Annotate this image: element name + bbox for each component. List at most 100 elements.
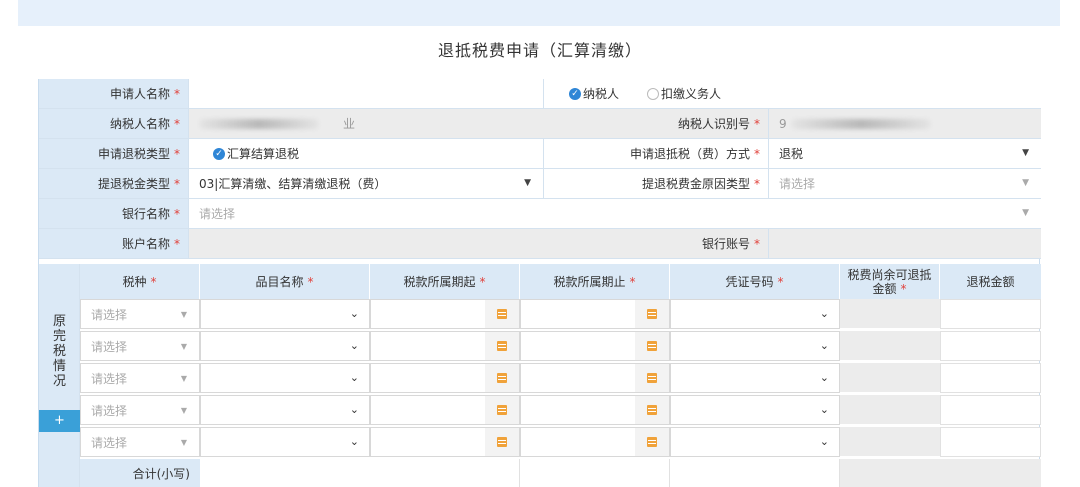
voucher-no-select[interactable]: ⌄: [670, 395, 840, 425]
period-start-date[interactable]: [370, 427, 520, 457]
refund-amount-input[interactable]: [940, 331, 1041, 361]
dropdown-arrow-icon: ▼: [1022, 178, 1029, 188]
chevron-down-icon: ⌄: [819, 339, 829, 352]
voucher-no-select[interactable]: ⌄: [670, 427, 840, 457]
total-remaining-cell: [840, 459, 940, 487]
refund-amount-input[interactable]: [940, 395, 1041, 425]
tax-type-placeholder: 请选择: [91, 307, 128, 322]
period-start-date[interactable]: [370, 363, 520, 393]
item-name-select[interactable]: ⌄: [200, 299, 370, 329]
taxpayer-id-field: 9: [769, 109, 1041, 138]
calendar-button[interactable]: [485, 332, 519, 360]
calendar-button[interactable]: [485, 364, 519, 392]
voucher-no-select[interactable]: ⌄: [670, 331, 840, 361]
period-end-date[interactable]: [520, 427, 670, 457]
total-cell: [200, 459, 520, 487]
chevron-down-icon: ⌄: [819, 371, 829, 384]
radio-empty-icon: [647, 87, 660, 100]
refund-reason-type-label: 提退税费金原因类型 *: [545, 169, 769, 198]
form-row-amount-type: 提退税金类型 * 03|汇算清缴、结算清缴退税（费） ▼ 提退税费金原因类型 * 请…: [39, 169, 1041, 199]
total-refund-cell: [940, 459, 1041, 487]
item-name-select[interactable]: ⌄: [200, 363, 370, 393]
taxpayer-name-field: 业: [189, 109, 544, 138]
calendar-button[interactable]: [635, 396, 669, 424]
refund-type-label: 申请退税类型 *: [39, 139, 189, 168]
calendar-icon: [497, 373, 507, 383]
header-tax-type: 税种 *: [80, 264, 200, 299]
bank-account-label: 银行账号 *: [544, 229, 769, 258]
applicant-name-input[interactable]: [189, 79, 544, 108]
withholding-agent-radio[interactable]: 扣缴义务人: [647, 85, 721, 102]
bank-account-field: [769, 229, 1041, 258]
dropdown-arrow-icon: ▼: [1022, 208, 1029, 218]
check-icon: ✓: [213, 147, 225, 160]
remaining-amount-field: [840, 299, 940, 329]
header-item-name: 品目名称 *: [200, 264, 370, 299]
refund-amount-input[interactable]: [940, 427, 1041, 457]
dropdown-arrow-icon: ▼: [180, 438, 187, 447]
chevron-down-icon: ⌄: [349, 435, 359, 448]
refund-method-label: 申请退抵税（费）方式 *: [545, 139, 769, 168]
period-end-date[interactable]: [520, 331, 670, 361]
bank-name-label: 银行名称 *: [39, 199, 189, 228]
page-title: 退抵税费申请（汇算清缴）: [437, 41, 642, 60]
item-name-select[interactable]: ⌄: [200, 395, 370, 425]
taxpayer-radio[interactable]: ✓ 纳税人: [569, 85, 619, 102]
period-end-date[interactable]: [520, 363, 670, 393]
tax-type-select[interactable]: 请选择 ▼: [80, 363, 200, 393]
top-banner: [18, 0, 1060, 26]
dropdown-arrow-icon: ▼: [180, 310, 187, 319]
form-row-account: 账户名称 * 银行账号 *: [39, 229, 1041, 259]
header-voucher-no: 凭证号码 *: [670, 264, 840, 299]
dropdown-arrow-icon: ▼: [180, 374, 187, 383]
add-row-button[interactable]: +: [39, 410, 80, 432]
item-name-select[interactable]: ⌄: [200, 427, 370, 457]
period-start-date[interactable]: [370, 299, 520, 329]
calendar-button[interactable]: [635, 364, 669, 392]
refund-amount-input[interactable]: [940, 363, 1041, 393]
calendar-button[interactable]: [635, 332, 669, 360]
tax-type-select[interactable]: 请选择 ▼: [80, 395, 200, 425]
period-end-date[interactable]: [520, 395, 670, 425]
calendar-icon: [647, 405, 657, 415]
tax-type-placeholder: 请选择: [91, 403, 128, 418]
header-period-start: 税款所属期起 *: [370, 264, 520, 299]
dropdown-arrow-icon: ▼: [180, 406, 187, 415]
calendar-button[interactable]: [485, 300, 519, 328]
refund-method-select[interactable]: 退税 ▼: [769, 139, 1041, 168]
bank-name-select[interactable]: 请选择 ▼: [189, 199, 1041, 228]
chevron-down-icon: ⌄: [349, 371, 359, 384]
remaining-amount-field: [840, 427, 940, 457]
calendar-icon: [497, 341, 507, 351]
tax-type-select[interactable]: 请选择 ▼: [80, 427, 200, 457]
refund-reason-type-select[interactable]: 请选择 ▼: [769, 169, 1041, 198]
refund-amount-type-select[interactable]: 03|汇算清缴、结算清缴退税（费） ▼: [189, 169, 544, 198]
calendar-button[interactable]: [485, 428, 519, 456]
header-period-end: 税款所属期止 *: [520, 264, 670, 299]
applicant-name-label: 申请人名称 *: [39, 79, 189, 108]
tax-type-placeholder: 请选择: [91, 371, 128, 386]
check-icon: ✓: [569, 87, 581, 100]
item-name-select[interactable]: ⌄: [200, 331, 370, 361]
voucher-no-select[interactable]: ⌄: [670, 299, 840, 329]
tax-type-select[interactable]: 请选择 ▼: [80, 331, 200, 361]
redacted-blur: [790, 118, 931, 129]
chevron-down-icon: ⌄: [819, 403, 829, 416]
period-start-date[interactable]: [370, 331, 520, 361]
tax-type-placeholder: 请选择: [91, 435, 128, 450]
tax-type-select[interactable]: 请选择 ▼: [80, 299, 200, 329]
account-name-field: [189, 229, 544, 258]
calendar-button[interactable]: [635, 428, 669, 456]
calendar-button[interactable]: [635, 300, 669, 328]
remaining-amount-field: [840, 331, 940, 361]
voucher-no-select[interactable]: ⌄: [670, 363, 840, 393]
refund-type-checkbox[interactable]: ✓ 汇算结算退税: [189, 139, 544, 168]
tax-type-placeholder: 请选择: [91, 339, 128, 354]
period-end-date[interactable]: [520, 299, 670, 329]
side-label: 原完税情况: [52, 314, 66, 389]
refund-amount-input[interactable]: [940, 299, 1041, 329]
calendar-button[interactable]: [485, 396, 519, 424]
dropdown-arrow-icon: ▼: [180, 342, 187, 351]
taxpayer-id-label: 纳税人识别号 *: [544, 109, 769, 138]
period-start-date[interactable]: [370, 395, 520, 425]
